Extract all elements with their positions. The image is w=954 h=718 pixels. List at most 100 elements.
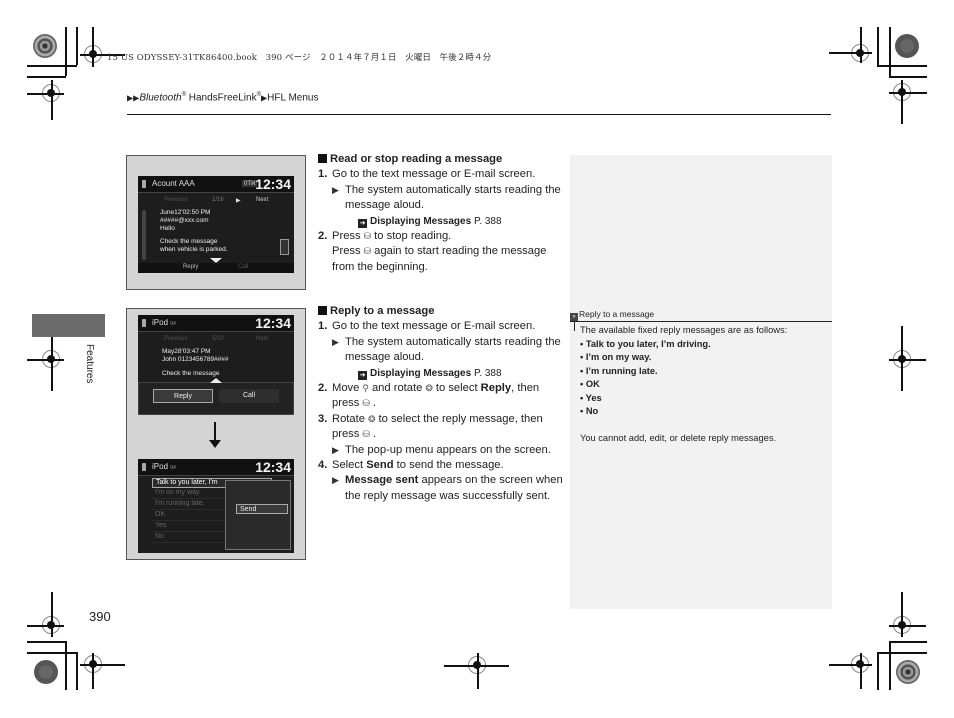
send-button[interactable]: Send [236, 504, 288, 514]
move-icon: ⚲ [362, 383, 369, 394]
cross-reference-link[interactable]: ➜ Displaying Messages P. 388 [318, 214, 563, 229]
scroll-indicator[interactable] [142, 210, 146, 260]
next-tab[interactable]: Next [256, 197, 268, 203]
rotate-icon: ❂ [425, 383, 433, 394]
read-aloud-icon[interactable] [280, 239, 289, 255]
message-body-line2: when vehicle is parked. [160, 246, 228, 253]
message-date: June12'02:50 PM [160, 209, 211, 216]
note-footer: You cannot add, edit, or delete reply me… [580, 433, 777, 443]
status-bar: iPod 04 12:34 [138, 315, 294, 332]
reply-message-item: No [580, 405, 828, 419]
arrow-down-icon [209, 422, 221, 448]
note-body: The available fixed reply messages are a… [580, 324, 828, 446]
registration-rosette-icon [896, 660, 920, 684]
step-3: 3. Rotate ❂ to select the reply message, th… [318, 412, 563, 443]
result-arrow-icon: ▶ [332, 184, 339, 195]
reply-message-item: Yes [580, 392, 828, 406]
page-number: 390 [89, 609, 111, 624]
xref-icon: ➜ [358, 370, 367, 380]
cross-reference-link[interactable]: ➜ Displaying Messages P. 388 [318, 366, 563, 381]
press-icon: ⛁ [363, 246, 372, 257]
breadcrumb: ▶▶Bluetooth® HandsFreeLink®▶HFL Menus [127, 92, 319, 104]
display-screen: iPod 04 12:34 Talk to you later, I'm I'm… [138, 459, 294, 553]
scroll-up-icon[interactable] [210, 378, 222, 383]
call-button[interactable]: Call [219, 389, 279, 403]
note-marker-icon: » [570, 313, 578, 321]
result-arrow-icon: ▶ [332, 444, 339, 455]
send-popup: Send [225, 480, 291, 550]
clock: 12:34 [255, 315, 291, 331]
previous-tab[interactable]: Previous [164, 197, 187, 203]
source-title: iPod 04 [152, 318, 176, 327]
phone-icon [142, 180, 146, 188]
section-square-icon [318, 306, 327, 315]
message-nav: Previous 1/16 ▶ Next [146, 196, 286, 206]
message-body: Check the message [162, 370, 220, 377]
note-divider-tick [574, 321, 575, 331]
message-sender: John 0123456789#### [162, 356, 229, 363]
step-4-result: ▶ Message sent appears on the screen when… [332, 474, 563, 502]
action-popup: Reply Call [138, 378, 294, 415]
step-3-result: ▶ The pop-up menu appears on the screen. [318, 443, 563, 458]
phone-icon [142, 319, 146, 327]
step-2: 2. Press ⛁ to stop reading. [318, 229, 563, 244]
rotate-icon: ❂ [367, 413, 376, 424]
note-intro: The available fixed reply messages are a… [580, 325, 788, 335]
clock: 12:34 [255, 176, 291, 192]
press-icon: ⛁ [362, 398, 370, 409]
print-header: 15 US ODYSSEY-31TK86400.book 390 ページ ２０１… [107, 53, 492, 63]
source-title: iPod 04 [152, 462, 176, 471]
message-sender: #####@xxx.com [160, 217, 209, 224]
registration-rosette-icon [33, 34, 57, 58]
chapter-tab[interactable] [32, 314, 105, 337]
step-1-result: ▶ The system automatically starts reading… [332, 183, 561, 212]
clock: 12:34 [255, 459, 291, 475]
section-title: Read or stop reading a message [318, 152, 563, 167]
step-1: 1. Go to the text message or E-mail scree… [318, 320, 536, 333]
registration-rosette-icon [895, 34, 919, 58]
reply-message-list: Talk to you later, I’m driving. I’m on m… [580, 338, 828, 419]
reply-message-item: OK [580, 378, 828, 392]
message-date: May28'03:47 PM [162, 348, 211, 355]
call-button[interactable]: Call [238, 264, 248, 270]
note-divider [570, 321, 832, 322]
reply-message-item: I’m running late. [580, 365, 828, 379]
message-position: 5/10 [212, 336, 224, 342]
section-reply-message: Reply to a message 1. Go to the text mess… [318, 304, 563, 504]
result-arrow-icon: ▶ [332, 336, 339, 347]
chapter-tab-label: Features [84, 344, 95, 384]
header-divider [127, 114, 831, 115]
press-icon: ⛁ [362, 429, 370, 440]
breadcrumb-item-bluetooth[interactable]: Bluetooth [139, 92, 181, 103]
reply-message-item: Talk to you later, I’m driving. [580, 338, 828, 352]
message-nav: Previous 5/10 Next [146, 335, 286, 345]
step-2: 2. Move ⚲ and rotate ❂ to select Reply, then … [318, 381, 563, 412]
reply-button[interactable]: Reply [183, 264, 198, 270]
section-title: Reply to a message [318, 304, 563, 319]
status-bar: Acount AAA 0Tℵ 12:34 [138, 176, 294, 193]
message-subject: Hello [160, 225, 175, 232]
breadcrumb-item-handsfreelink[interactable]: HandsFreeLink [186, 92, 257, 103]
message-body: Check the message [160, 238, 218, 245]
step-1-result: ▶ The system automatically starts reading… [332, 335, 561, 364]
previous-tab[interactable]: Previous [164, 336, 187, 342]
step-2-continued: Press ⛁ again to start reading the message… [332, 245, 547, 273]
screenshot-reply-message: iPod 04 12:34 Previous 5/10 Next May28'0… [126, 308, 306, 560]
action-bar: Reply Call [138, 263, 294, 273]
status-bar: iPod 04 12:34 [138, 459, 294, 476]
press-icon: ⛁ [363, 231, 372, 242]
step-1: 1. Go to the text message or E-mail scree… [318, 168, 536, 181]
display-screen: iPod 04 12:34 Previous 5/10 Next May28'0… [138, 315, 294, 415]
note-heading: » Reply to a message [570, 309, 654, 321]
account-title: Acount AAA [152, 179, 195, 188]
step-4: 4. Select Send to send the message. [318, 459, 504, 472]
reply-button[interactable]: Reply [153, 389, 213, 403]
breadcrumb-arrow-icon: ▶▶ [127, 93, 140, 103]
breadcrumb-item-hfl-menus[interactable]: HFL Menus [267, 92, 318, 103]
next-arrow-icon: ▶ [236, 198, 241, 204]
reply-message-item: I’m on my way. [580, 351, 828, 365]
phone-icon [142, 463, 146, 471]
next-tab[interactable]: Next [256, 336, 268, 342]
section-read-message: Read or stop reading a message 1. Go to t… [318, 152, 563, 275]
xref-icon: ➜ [358, 218, 367, 228]
